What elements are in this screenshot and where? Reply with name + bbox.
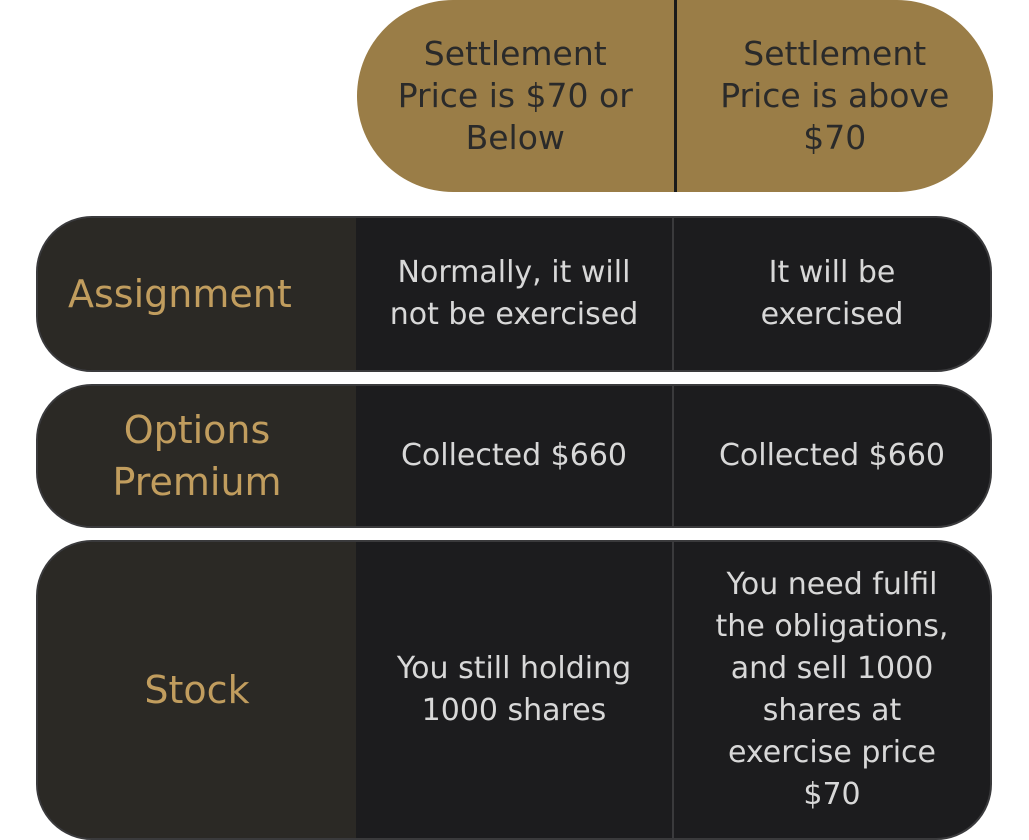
- row-stock: Stock You still holding 1000 shares You …: [36, 540, 992, 840]
- row-label-stock: Stock: [38, 542, 356, 838]
- row-label-assignment: Assignment: [38, 218, 356, 370]
- row-options-premium: Options Premium Collected $660 Collected…: [36, 384, 992, 528]
- stock-col2: You need fulfil the obligations, and sel…: [672, 542, 990, 838]
- assignment-col1: Normally, it will not be exercised: [389, 255, 639, 332]
- assignment-col2: It will be exercised: [672, 218, 990, 370]
- row-assignment: Assignment Normally, it will not be exer…: [36, 216, 992, 372]
- header-col-settlement-70-or-below: Settlement Price is $70 or Below: [397, 34, 633, 157]
- options-premium-col1: Collected $660: [400, 438, 628, 473]
- header-pill: Settlement Price is $70 or Below Settlem…: [357, 0, 993, 192]
- stock-col1: You still holding 1000 shares: [396, 651, 632, 728]
- row-label-options-premium: Options Premium: [38, 386, 356, 526]
- options-premium-col2: Collected $660: [672, 386, 990, 526]
- header-col-settlement-above-70: Settlement Price is above $70: [720, 34, 950, 157]
